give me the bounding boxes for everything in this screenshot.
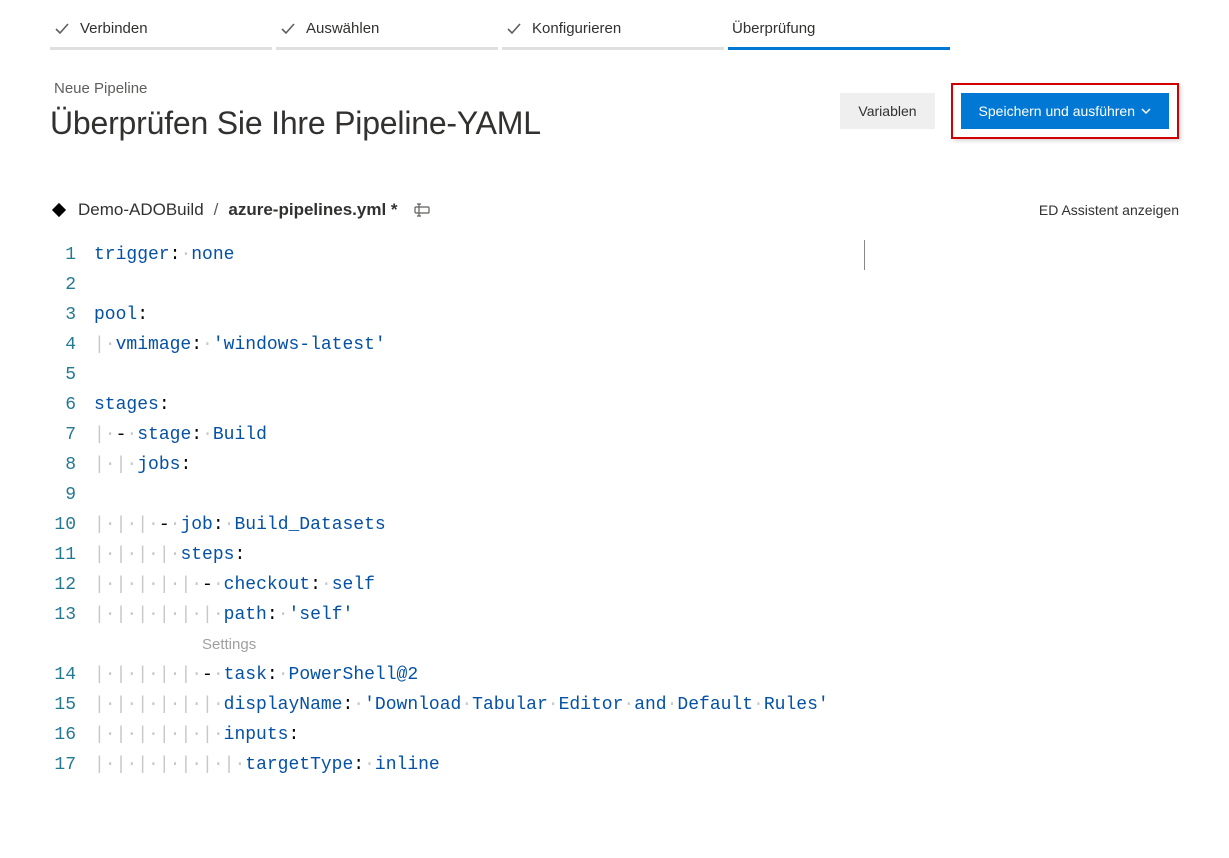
gutter-line-number: 6 <box>50 390 76 420</box>
file-breadcrumb: Demo-ADOBuild / azure-pipelines.yml * <box>50 200 430 220</box>
code-line[interactable]: |·|·|·|·|·|·|·targetType:·inline <box>94 750 1229 780</box>
gutter-line-number: 12 <box>50 570 76 600</box>
step-configure[interactable]: Konfigurieren <box>502 20 724 50</box>
breadcrumb-repo[interactable]: Demo-ADOBuild <box>78 200 204 220</box>
code-line[interactable] <box>94 360 1229 390</box>
code-line[interactable]: trigger:·none <box>94 240 1229 270</box>
step-label: Konfigurieren <box>532 20 621 37</box>
page-title: Überprüfen Sie Ihre Pipeline-YAML <box>50 105 541 142</box>
gutter-line-number: 17 <box>50 750 76 780</box>
gutter-line-number: 1 <box>50 240 76 270</box>
editor-code[interactable]: trigger:·none pool:|·vmimage:·'windows-la… <box>94 240 1229 780</box>
check-icon <box>506 21 522 37</box>
gutter-line-number: 3 <box>50 300 76 330</box>
code-line[interactable] <box>94 480 1229 510</box>
yaml-editor[interactable]: 1234567891011121314151617 trigger:·nonep… <box>0 230 1229 780</box>
save-and-run-button[interactable]: Speichern und ausführen <box>961 93 1169 129</box>
page-subtitle: Neue Pipeline <box>50 80 541 97</box>
step-label: Überprüfung <box>732 20 815 37</box>
code-line[interactable]: pool: <box>94 300 1229 330</box>
gutter-line-number: 2 <box>50 270 76 300</box>
show-assistant-link[interactable]: ED Assistent anzeigen <box>1039 202 1179 218</box>
code-line[interactable]: |·|·|·|·|·|·path:·'self' <box>94 600 1229 630</box>
gutter-line-number: 14 <box>50 660 76 690</box>
gutter-line-number: 13 <box>50 600 76 630</box>
breadcrumb-separator: / <box>214 200 219 220</box>
code-line[interactable]: |·|·|·|·|·-·checkout:·self <box>94 570 1229 600</box>
save-run-highlight: Speichern und ausführen <box>951 83 1179 139</box>
gutter-line-number: 16 <box>50 720 76 750</box>
check-icon <box>54 21 70 37</box>
code-line[interactable]: |·|·|·|·|·|·inputs: <box>94 720 1229 750</box>
gutter-line-number: 8 <box>50 450 76 480</box>
variables-button[interactable]: Variablen <box>840 93 934 129</box>
file-breadcrumb-row: Demo-ADOBuild / azure-pipelines.yml * ED… <box>0 160 1229 230</box>
step-label: Verbinden <box>80 20 148 37</box>
code-line[interactable]: |·|·|·|·|·-·task:·PowerShell@2 <box>94 660 1229 690</box>
check-icon <box>280 21 296 37</box>
step-label: Auswählen <box>306 20 379 37</box>
gutter-line-number: 11 <box>50 540 76 570</box>
repo-icon <box>46 197 71 222</box>
code-line[interactable]: |·|·|·|·|·|·displayName:·'Download·Tabul… <box>94 690 1229 720</box>
settings-code-lens[interactable]: Settings <box>202 630 256 660</box>
editor-gutter: 1234567891011121314151617 <box>50 240 94 780</box>
wizard-stepper: Verbinden Auswählen Konfigurieren Überpr… <box>0 0 1229 50</box>
gutter-line-number: 5 <box>50 360 76 390</box>
step-connect[interactable]: Verbinden <box>50 20 272 50</box>
step-select[interactable]: Auswählen <box>276 20 498 50</box>
rename-icon[interactable] <box>414 202 430 218</box>
gutter-line-number: 15 <box>50 690 76 720</box>
chevron-down-icon <box>1141 106 1151 116</box>
code-line[interactable]: |·|·|·-·job:·Build_Datasets <box>94 510 1229 540</box>
save-run-label: Speichern und ausführen <box>979 103 1135 119</box>
gutter-line-number: 9 <box>50 480 76 510</box>
gutter-line-number: 4 <box>50 330 76 360</box>
code-line[interactable]: |·|·jobs: <box>94 450 1229 480</box>
code-line[interactable]: |·|·|·|·steps: <box>94 540 1229 570</box>
page-header: Neue Pipeline Überprüfen Sie Ihre Pipeli… <box>0 50 1229 160</box>
code-line[interactable]: stages: <box>94 390 1229 420</box>
code-line[interactable] <box>94 270 1229 300</box>
breadcrumb-file: azure-pipelines.yml * <box>228 200 397 220</box>
gutter-line-number: 7 <box>50 420 76 450</box>
gutter-line-number: 10 <box>50 510 76 540</box>
step-review[interactable]: Überprüfung <box>728 20 950 50</box>
code-line[interactable]: |·-·stage:·Build <box>94 420 1229 450</box>
code-line[interactable]: |·vmimage:·'windows-latest' <box>94 330 1229 360</box>
